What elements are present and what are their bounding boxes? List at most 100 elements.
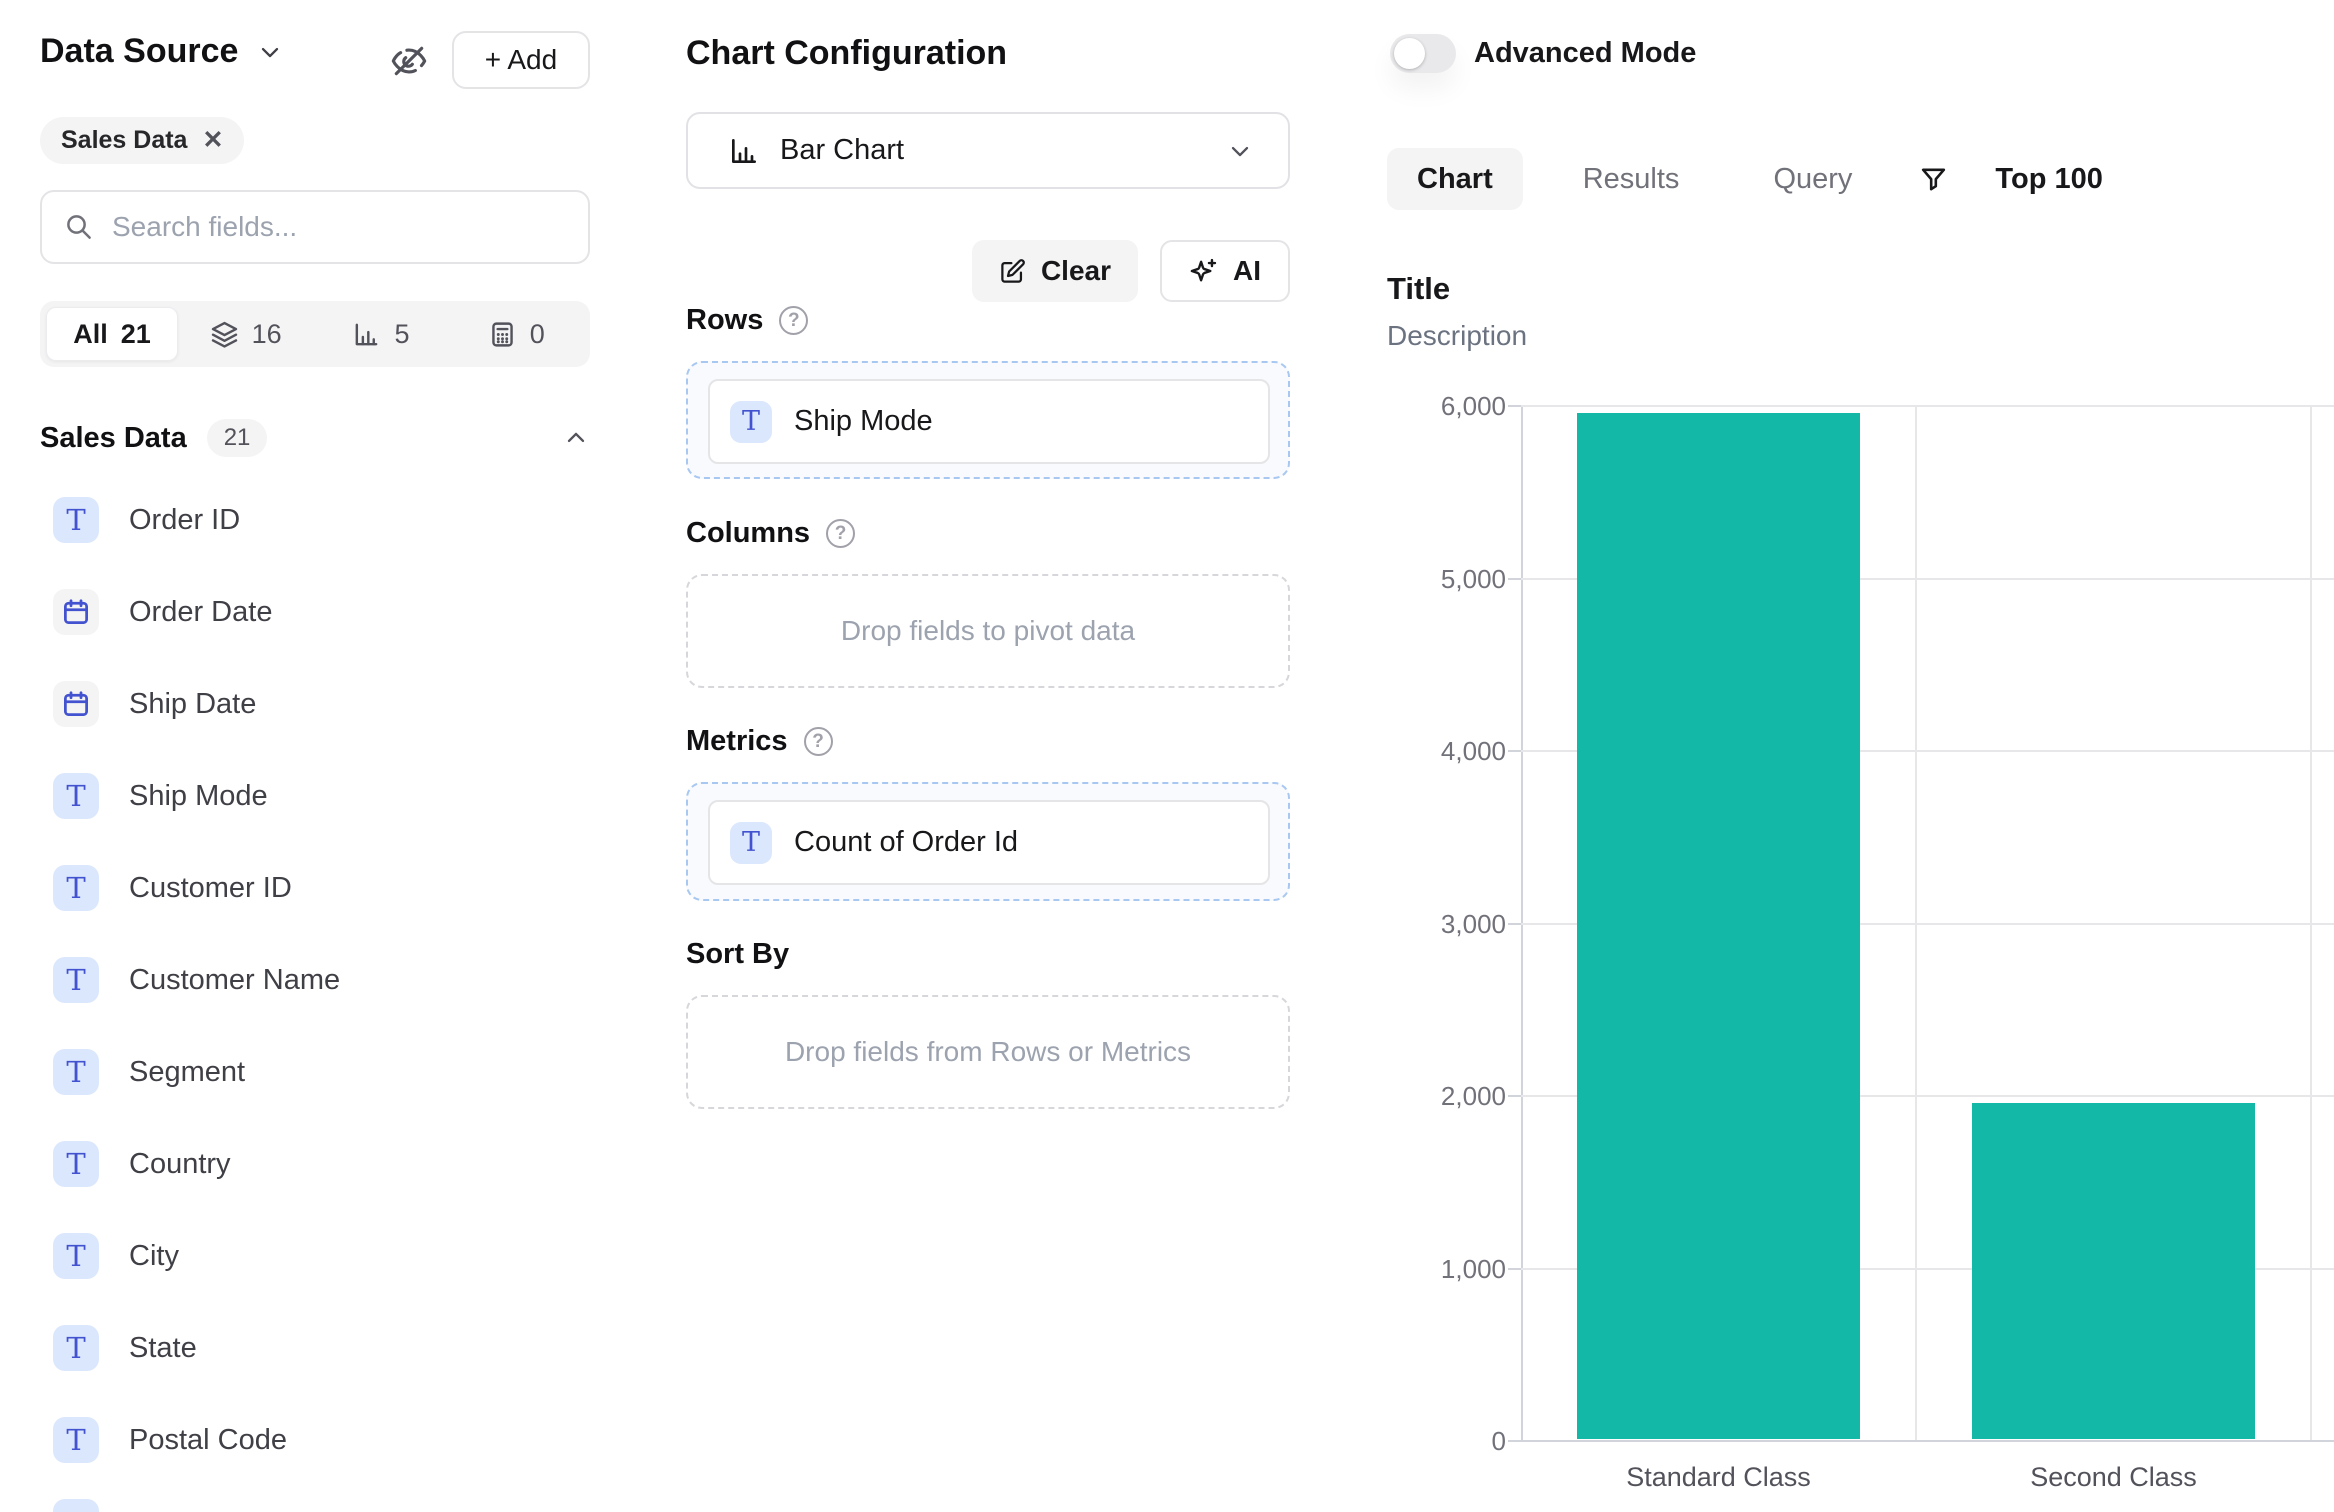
field-label: Postal Code <box>129 1424 287 1457</box>
data-source-dropdown[interactable]: Data Source <box>40 32 284 71</box>
collapse-section-button[interactable] <box>562 424 590 452</box>
field-item[interactable]: T Segment <box>40 1026 590 1118</box>
advanced-mode-label: Advanced Mode <box>1474 37 1696 70</box>
tab-calculated-fields[interactable]: 0 <box>449 319 584 350</box>
tab-measure-fields[interactable]: 5 <box>313 319 448 350</box>
x-axis-label: Second Class <box>1916 1462 2311 1493</box>
hide-fields-button[interactable] <box>390 42 430 82</box>
field-type-icon-partial <box>53 1499 99 1512</box>
clear-button[interactable]: Clear <box>972 240 1138 302</box>
calculator-icon <box>488 320 517 349</box>
chart-preview-panel: Advanced Mode Chart Results Query Top 10… <box>1348 0 2334 1512</box>
columns-dropzone[interactable]: Drop fields to pivot data <box>686 574 1290 688</box>
field-type-icon: T <box>730 401 772 443</box>
layers-icon <box>210 320 239 349</box>
help-icon[interactable]: ? <box>779 306 808 335</box>
y-axis-label: 3,000 <box>1340 906 1506 942</box>
data-source-sidebar: Data Source + Add Sales Data ✕ <box>0 0 648 1512</box>
columns-label-row: Columns ? <box>686 517 855 550</box>
field-type-tabs: All 21 16 5 0 <box>40 301 590 367</box>
field-type-icon: T <box>53 1233 99 1279</box>
field-type-icon: T <box>53 1325 99 1371</box>
plot-area <box>1521 406 2334 1441</box>
app-root: Data Source + Add Sales Data ✕ <box>0 0 2334 1512</box>
chevron-down-icon <box>1226 137 1254 165</box>
field-label: Order Date <box>129 596 272 629</box>
search-input[interactable] <box>112 211 566 243</box>
config-actions: Clear AI <box>686 240 1290 302</box>
chart-description[interactable]: Description <box>1387 320 1527 352</box>
tab-all-count: 21 <box>121 319 151 350</box>
field-search[interactable] <box>40 190 590 264</box>
columns-label: Columns <box>686 517 810 550</box>
field-type-icon: T <box>53 1141 99 1187</box>
sort-by-dropzone[interactable]: Drop fields from Rows or Metrics <box>686 995 1290 1109</box>
chip-remove-icon[interactable]: ✕ <box>202 128 223 153</box>
chart-type-select[interactable]: Bar Chart <box>686 112 1290 189</box>
sparkles-icon <box>1189 257 1218 286</box>
panel-title: Chart Configuration <box>686 34 1007 73</box>
tab-query[interactable]: Query <box>1743 148 1882 210</box>
field-item[interactable]: T City <box>40 1210 590 1302</box>
help-icon[interactable]: ? <box>804 727 833 756</box>
data-source-chip[interactable]: Sales Data ✕ <box>40 117 244 164</box>
y-axis-label: 1,000 <box>1340 1251 1506 1287</box>
metrics-field-card[interactable]: T Count of Order Id <box>708 800 1270 885</box>
data-source-title: Data Source <box>40 32 238 71</box>
y-axis-label: 5,000 <box>1340 561 1506 597</box>
dataset-section-header: Sales Data 21 <box>40 419 590 457</box>
rows-field-card[interactable]: T Ship Mode <box>708 379 1270 464</box>
field-item[interactable]: T Order ID <box>40 474 590 566</box>
metrics-field-label: Count of Order Id <box>794 826 1018 859</box>
field-label: Ship Date <box>129 688 256 721</box>
chart-bar[interactable] <box>1577 413 1860 1439</box>
field-label: Customer ID <box>129 872 292 905</box>
rows-label: Rows <box>686 304 763 337</box>
tab-dimension-fields[interactable]: 16 <box>178 319 313 350</box>
field-type-icon: T <box>53 1049 99 1095</box>
field-type-icon: T <box>53 773 99 819</box>
metrics-label-row: Metrics ? <box>686 725 833 758</box>
dataset-field-count-badge: 21 <box>207 419 268 457</box>
field-item[interactable]: T Postal Code <box>40 1394 590 1486</box>
y-tick-mark <box>1508 750 1521 752</box>
chart-bar[interactable] <box>1972 1103 2255 1439</box>
field-item[interactable]: T Customer ID <box>40 842 590 934</box>
metrics-dropzone[interactable]: T Count of Order Id <box>686 782 1290 901</box>
field-item[interactable]: T Ship Mode <box>40 750 590 842</box>
field-item[interactable]: T Customer Name <box>40 934 590 1026</box>
add-data-source-button[interactable]: + Add <box>452 31 590 89</box>
edit-icon <box>999 258 1026 285</box>
y-tick-mark <box>1508 1095 1521 1097</box>
ai-button[interactable]: AI <box>1160 240 1290 302</box>
tab-calculated-count: 0 <box>530 319 545 350</box>
advanced-mode-toggle[interactable] <box>1390 34 1456 73</box>
tab-all-fields[interactable]: All 21 <box>46 307 178 361</box>
field-item[interactable]: T Order Date <box>40 566 590 658</box>
preview-tabs: Chart Results Query Top 100 <box>1387 148 2103 210</box>
tab-chart[interactable]: Chart <box>1387 148 1523 210</box>
field-label: Order ID <box>129 504 240 537</box>
field-item[interactable]: T Country <box>40 1118 590 1210</box>
row-limit-control[interactable]: Top 100 <box>1995 163 2102 196</box>
field-list: T Order ID T Order Date T <box>40 474 590 1486</box>
field-label: Ship Mode <box>129 780 268 813</box>
y-tick-mark <box>1508 1440 1521 1442</box>
columns-placeholder: Drop fields to pivot data <box>841 615 1135 647</box>
rows-dropzone[interactable]: T Ship Mode <box>686 361 1290 479</box>
field-type-icon: T <box>53 589 99 635</box>
field-type-icon: T <box>53 1417 99 1463</box>
tab-results[interactable]: Results <box>1553 148 1710 210</box>
field-item[interactable]: T State <box>40 1302 590 1394</box>
help-icon[interactable]: ? <box>826 519 855 548</box>
field-item[interactable]: T Ship Date <box>40 658 590 750</box>
field-label: Customer Name <box>129 964 340 997</box>
y-axis-label: 4,000 <box>1340 733 1506 769</box>
chart-title[interactable]: Title <box>1387 271 1450 307</box>
chart-type-value: Bar Chart <box>780 134 904 167</box>
clear-label: Clear <box>1041 255 1111 287</box>
filter-icon[interactable] <box>1918 164 1949 195</box>
y-axis-label: 6,000 <box>1340 388 1506 424</box>
chip-label: Sales Data <box>61 126 187 155</box>
y-tick-mark <box>1508 923 1521 925</box>
